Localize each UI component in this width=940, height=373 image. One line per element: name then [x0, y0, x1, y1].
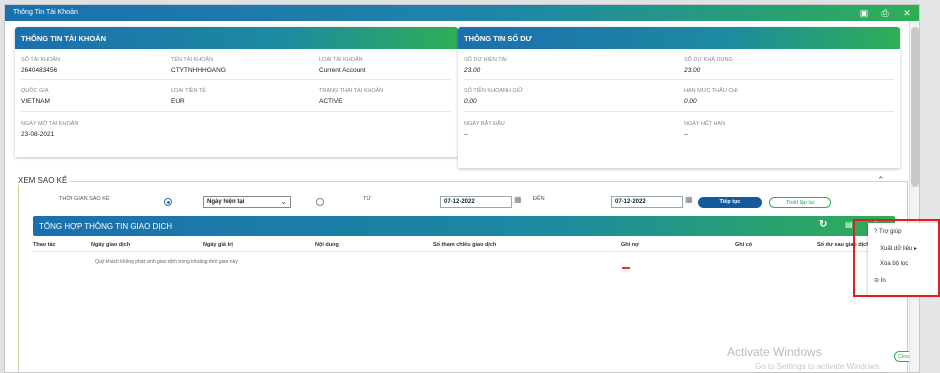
- dialog-titlebar: Thông Tin Tài Khoản ▣ ⎙ ✕: [5, 5, 919, 21]
- transactions-heading: TỔNG HỢP THÔNG TIN GIAO DỊCH ↻ ▤ ⋮: [33, 216, 895, 236]
- account-info-card: THÔNG TIN TÀI KHOẢN SỐ TÀI KHOẢN 2640483…: [15, 27, 458, 157]
- activate-windows-watermark: Activate Windows: [727, 345, 822, 359]
- radio-date-range[interactable]: [316, 198, 324, 206]
- column-header-credit[interactable]: Ghi có: [735, 242, 752, 248]
- export-icon[interactable]: ▤: [845, 220, 853, 229]
- column-header-transaction-date[interactable]: Ngày giao dịch: [91, 242, 130, 248]
- field-label-account-type: LOẠI TÀI KHOẢN: [319, 57, 363, 63]
- statement-section-title: XEM SAO KÊ: [18, 176, 71, 185]
- period-select[interactable]: Ngày hiện tại ⌄: [203, 196, 291, 208]
- print-icon[interactable]: ⎙: [879, 7, 891, 19]
- divider: [464, 79, 894, 80]
- balance-info-heading: THÔNG TIN SỐ DƯ: [458, 27, 900, 49]
- field-value-account-type: Current Account: [319, 67, 366, 74]
- dialog-title: Thông Tin Tài Khoản: [13, 9, 78, 16]
- field-value-account-status: ACTIVE: [319, 98, 343, 105]
- field-value-available-balance: 23.00: [684, 67, 701, 74]
- field-value-end-date: --: [684, 131, 689, 138]
- field-value-current-balance: 23.00: [464, 67, 481, 74]
- field-label-open-date: NGÀY MỞ TÀI KHOẢN: [21, 121, 79, 127]
- field-value-overdraft-limit: 0.00: [684, 98, 697, 105]
- from-date-label: TỪ: [363, 196, 372, 202]
- field-label-account-number: SỐ TÀI KHOẢN: [21, 57, 61, 63]
- field-label-current-balance: SỐ DƯ HIỆN TẠI: [464, 57, 507, 63]
- refresh-icon[interactable]: ↻: [819, 219, 827, 230]
- collapse-chevron-icon[interactable]: ⌃: [877, 175, 885, 186]
- field-label-overdraft-limit: HẠN MỨC THẤU CHI: [684, 88, 738, 94]
- field-label-account-status: TRẠNG THÁI TÀI KHOẢN: [319, 88, 384, 94]
- field-label-start-date: NGÀY BẮT ĐẦU: [464, 121, 505, 127]
- export-icon[interactable]: ▣: [858, 7, 870, 19]
- field-label-end-date: NGÀY HẾT HẠN: [684, 121, 726, 127]
- calendar-icon[interactable]: ▦: [685, 195, 693, 204]
- field-label-held-amount: SỐ TIỀN KHOANH GIỮ: [464, 88, 523, 94]
- close-icon[interactable]: ✕: [901, 7, 913, 19]
- column-header-debit[interactable]: Ghi nợ: [621, 242, 639, 248]
- table-header-divider: [33, 251, 895, 252]
- column-header-value-date[interactable]: Ngày giá trị: [203, 242, 233, 248]
- continue-button[interactable]: Tiếp tục: [698, 197, 762, 208]
- field-label-country: QUỐC GIA: [21, 88, 49, 94]
- column-header-actions[interactable]: Thao tác: [33, 242, 56, 248]
- scrollbar-thumb[interactable]: [911, 27, 919, 187]
- red-marker: [622, 267, 630, 269]
- calendar-icon[interactable]: ▦: [514, 195, 522, 204]
- column-header-description[interactable]: Nội dung: [315, 242, 339, 248]
- field-value-country: VIETNAM: [21, 98, 50, 105]
- divider: [21, 111, 451, 112]
- empty-transactions-message: Quý khách không phát sinh giao dịch tron…: [95, 259, 238, 265]
- to-date-input[interactable]: 07-12-2022: [611, 196, 683, 208]
- transactions-heading-text: TỔNG HỢP THÔNG TIN GIAO DỊCH: [39, 222, 173, 231]
- field-value-start-date: --: [464, 131, 469, 138]
- field-value-held-amount: 0.00: [464, 98, 477, 105]
- activate-windows-subtext: Go to Settings to activate Windows.: [755, 362, 882, 371]
- reset-button[interactable]: Thiết lập lại: [769, 197, 831, 208]
- field-value-open-date: 23-08-2021: [21, 131, 55, 138]
- field-value-currency: EUR: [171, 98, 185, 105]
- highlight-box: [853, 219, 940, 297]
- field-label-account-name: TÊN TÀI KHOẢN: [171, 57, 214, 63]
- field-label-available-balance: SỐ DƯ KHẢ DỤNG: [684, 57, 733, 63]
- account-info-dialog: Thông Tin Tài Khoản ▣ ⎙ ✕ THÔNG TIN TÀI …: [4, 4, 920, 373]
- account-info-heading: THÔNG TIN TÀI KHOẢN: [15, 27, 458, 49]
- column-header-reference[interactable]: Số tham chiếu giao dịch: [433, 242, 496, 248]
- statement-period-label: THỜI GIAN SAO KÊ: [59, 196, 110, 202]
- divider: [464, 111, 894, 112]
- balance-info-card: THÔNG TIN SỐ DƯ SỐ DƯ HIỆN TẠI 23.00 SỐ …: [458, 27, 900, 168]
- field-value-account-name: CTYTNHHHOANG: [171, 67, 226, 74]
- field-value-account-number: 2640483456: [21, 67, 58, 74]
- radio-current-date[interactable]: [164, 198, 172, 206]
- statement-section-rule: [18, 181, 908, 182]
- period-select-value: Ngày hiện tại: [207, 199, 245, 205]
- chevron-down-icon: ⌄: [280, 197, 287, 206]
- background-right-strip: [918, 0, 940, 373]
- field-label-currency: LOẠI TIỀN TỆ: [171, 88, 206, 94]
- to-date-label: ĐẾN: [533, 196, 545, 202]
- divider: [21, 79, 451, 80]
- from-date-input[interactable]: 07-12-2022: [440, 196, 512, 208]
